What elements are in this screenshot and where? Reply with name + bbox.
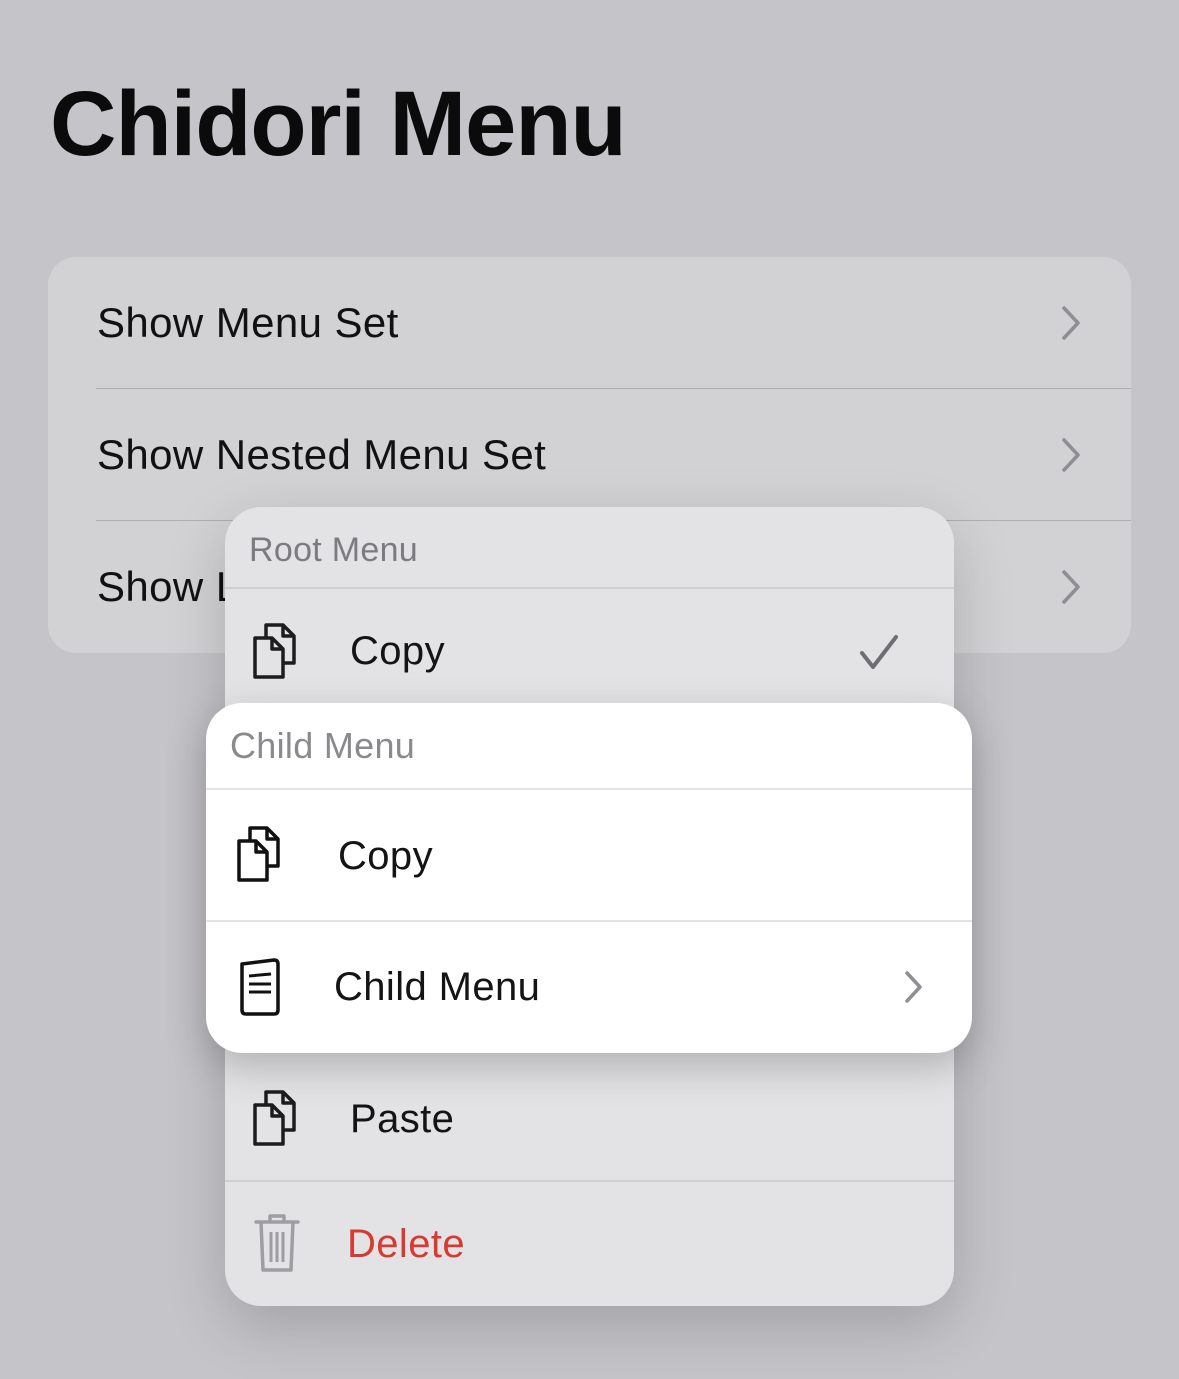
- child-menu-item-child-menu[interactable]: Child Menu: [206, 922, 972, 1053]
- doc-text-icon: [240, 958, 280, 1016]
- list-row-show-nested-menu-set[interactable]: Show Nested Menu Set: [48, 389, 1131, 521]
- root-menu-header: Root Menu: [249, 531, 419, 569]
- doc-on-doc-icon: [237, 826, 280, 882]
- doc-on-doc-icon: [253, 623, 296, 679]
- root-menu-item-label: Delete: [347, 1222, 466, 1266]
- root-menu-item-paste[interactable]: Paste: [225, 1055, 954, 1181]
- list-row-label: Show Nested Menu Set: [97, 431, 547, 478]
- page-title: Chidori Menu: [50, 73, 627, 175]
- child-menu-header: Child Menu: [230, 725, 416, 766]
- root-menu-item-delete[interactable]: Delete: [225, 1182, 954, 1306]
- child-menu-item-label: Child Menu: [334, 965, 541, 1009]
- list-row-show-menu-set[interactable]: Show Menu Set: [48, 257, 1131, 389]
- chevron-right-icon: [905, 971, 922, 1003]
- child-menu-item-label: Copy: [338, 834, 433, 878]
- chevron-right-icon: [1062, 438, 1080, 472]
- trash-icon: [254, 1214, 300, 1272]
- checkmark-icon: [860, 635, 898, 669]
- root-menu-item-label: Copy: [350, 629, 445, 673]
- list-row-label: Show Menu Set: [97, 299, 399, 346]
- doc-on-doc-icon: [253, 1090, 296, 1146]
- child-menu-item-copy[interactable]: Copy: [206, 790, 972, 920]
- chevron-right-icon: [1062, 570, 1080, 604]
- child-menu: Child Menu Copy Child Menu: [206, 703, 972, 1053]
- list-row-label: Show L: [97, 563, 240, 610]
- root-menu-item-copy[interactable]: Copy: [225, 589, 954, 715]
- chevron-right-icon: [1062, 306, 1080, 340]
- root-menu-item-label: Paste: [350, 1097, 455, 1141]
